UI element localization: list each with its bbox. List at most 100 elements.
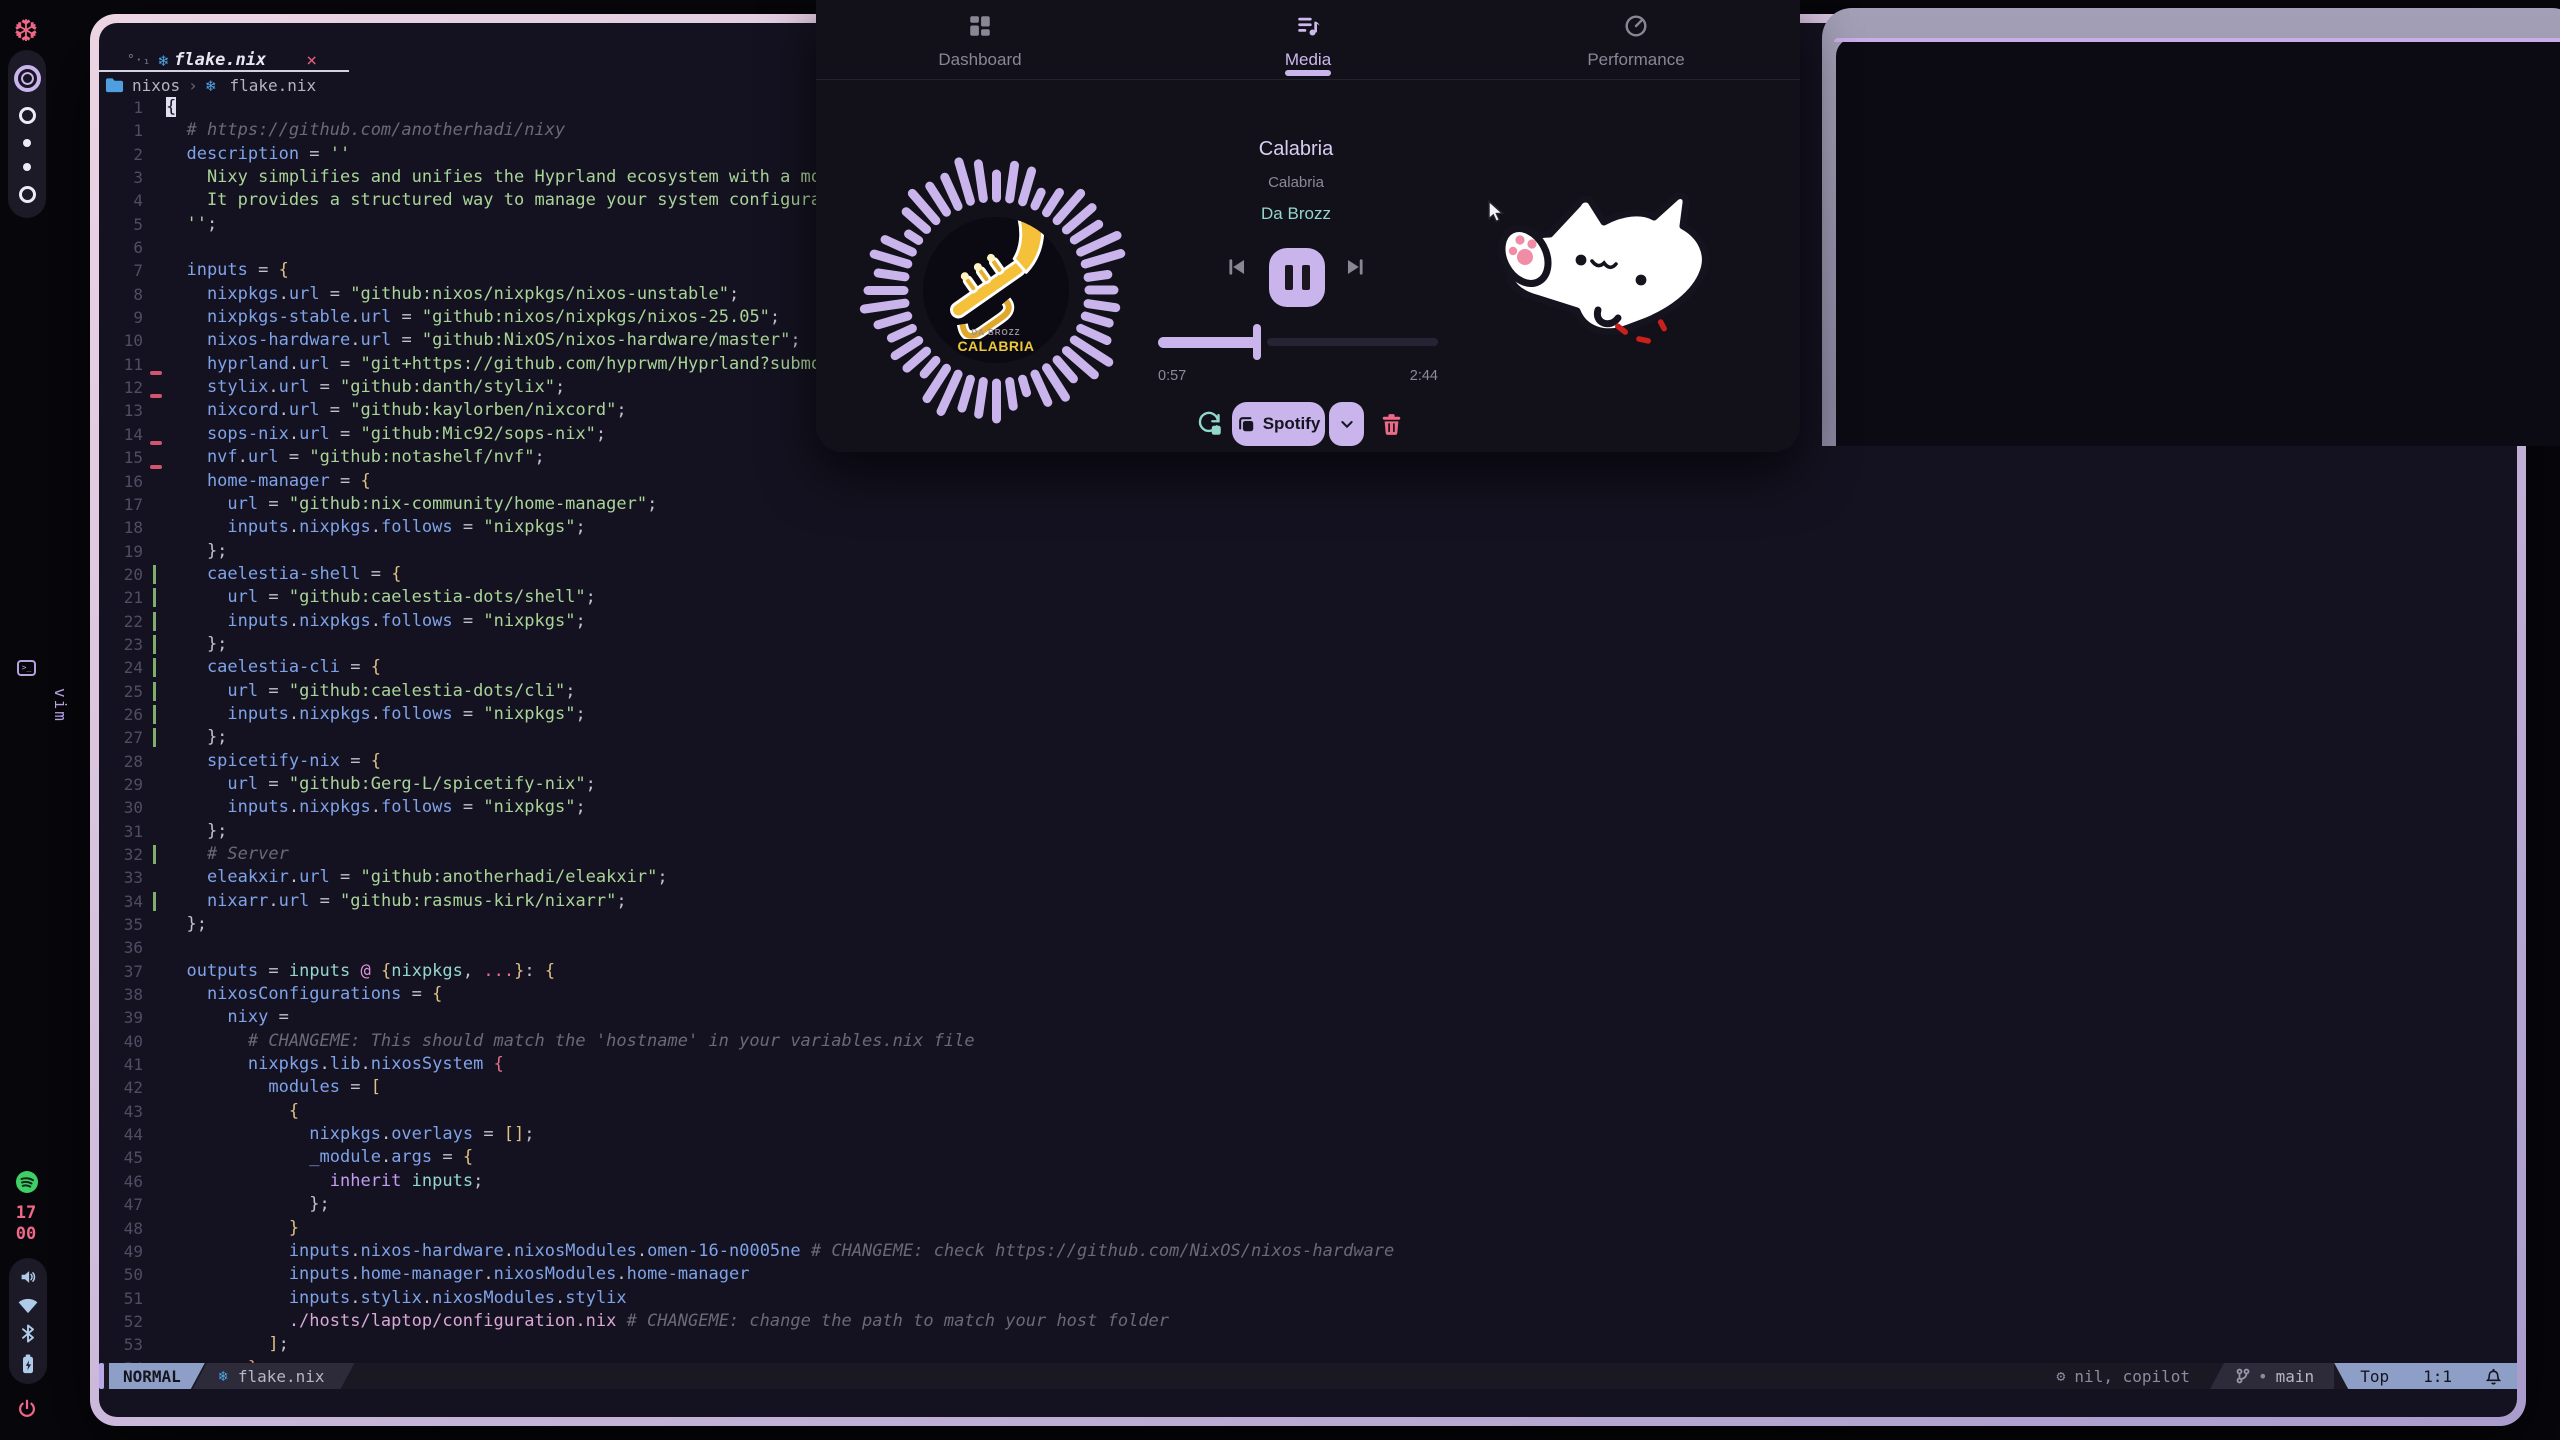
breadcrumb-file[interactable]: flake.nix <box>229 76 316 95</box>
album-art[interactable]: DA BROZZ CALABRIA <box>923 217 1069 363</box>
code-line[interactable]: 33 eleakxir.url = "github:anotherhadi/el… <box>99 866 2517 889</box>
code-line[interactable]: 17 url = "github:nix-community/home-mana… <box>99 493 2517 516</box>
volume-icon[interactable] <box>18 1268 38 1286</box>
progress-bar-filled[interactable] <box>1158 337 1258 348</box>
line-number: 27 <box>99 726 143 749</box>
code-line[interactable]: 18 inputs.nixpkgs.follows = "nixpkgs"; <box>99 516 2517 539</box>
code-line[interactable]: 32 # Server <box>99 843 2517 866</box>
code-line[interactable]: 22 inputs.nixpkgs.follows = "nixpkgs"; <box>99 610 2517 633</box>
power-icon[interactable] <box>16 1398 38 1420</box>
player-dropdown-button[interactable] <box>1329 402 1364 446</box>
player-select-icon[interactable] <box>1196 410 1223 442</box>
code-line[interactable]: 38 nixosConfigurations = { <box>99 983 2517 1006</box>
bluetooth-icon[interactable] <box>22 1324 34 1343</box>
gutter-sign <box>143 773 166 796</box>
workspace-5[interactable] <box>19 186 36 203</box>
workspace-3[interactable] <box>23 139 31 147</box>
gutter-sign <box>143 633 166 656</box>
code-line[interactable]: 45 _module.args = { <box>99 1146 2517 1169</box>
battery-icon[interactable] <box>21 1354 35 1374</box>
next-track-button[interactable] <box>1342 254 1368 285</box>
line-number: 14 <box>99 423 143 446</box>
code-line[interactable]: 28 spicetify-nix = { <box>99 750 2517 773</box>
line-number: 31 <box>99 820 143 843</box>
panel-tab-performance[interactable]: Performance <box>1472 0 1800 79</box>
breadcrumb-folder[interactable]: nixos <box>132 76 180 95</box>
code-line[interactable]: 53 ]; <box>99 1333 2517 1356</box>
previous-track-button[interactable] <box>1224 254 1250 285</box>
code-line[interactable]: 44 nixpkgs.overlays = []; <box>99 1123 2517 1146</box>
code-line[interactable]: 26 inputs.nixpkgs.follows = "nixpkgs"; <box>99 703 2517 726</box>
code-line[interactable]: 20 caelestia-shell = { <box>99 563 2517 586</box>
panel-tab-media[interactable]: Media <box>1144 0 1472 79</box>
line-number: 39 <box>99 1006 143 1029</box>
tabline: °·₁ ❄ flake.nix × <box>99 48 317 72</box>
nix-logo-icon[interactable]: ❆ <box>0 14 52 49</box>
code-line[interactable]: 36 <box>99 936 2517 959</box>
code-line[interactable]: 25 url = "github:caelestia-dots/cli"; <box>99 680 2517 703</box>
code-line[interactable]: 52 ./hosts/laptop/configuration.nix # CH… <box>99 1310 2517 1333</box>
code-line[interactable]: 24 caelestia-cli = { <box>99 656 2517 679</box>
line-content: eleakxir.url = "github:anotherhadi/eleak… <box>166 866 668 889</box>
progress-bar-track[interactable] <box>1267 338 1438 346</box>
code-line[interactable]: 41 nixpkgs.lib.nixosSystem { <box>99 1053 2517 1076</box>
line-content: nixcord.url = "github:kaylorben/nixcord"… <box>166 399 627 422</box>
line-content: spicetify-nix = { <box>166 750 381 773</box>
track-artist: Da Brozz <box>1146 204 1446 224</box>
gutter-sign <box>143 119 166 142</box>
line-content: inputs.nixpkgs.follows = "nixpkgs"; <box>166 516 586 539</box>
code-line[interactable]: 51 inputs.stylix.nixosModules.stylix <box>99 1287 2517 1310</box>
code-line[interactable]: 35 }; <box>99 913 2517 936</box>
code-line[interactable]: 21 url = "github:caelestia-dots/shell"; <box>99 586 2517 609</box>
gutter-sign <box>143 166 166 189</box>
code-line[interactable]: 16 home-manager = { <box>99 470 2517 493</box>
git-branch-segment[interactable]: • main <box>2210 1363 2334 1389</box>
track-album: Calabria <box>1146 174 1446 191</box>
line-content: ]; <box>166 1333 289 1356</box>
remove-player-button[interactable] <box>1379 412 1404 442</box>
workspace-1-active[interactable] <box>14 65 41 92</box>
spotify-icon[interactable] <box>16 1171 38 1193</box>
code-line[interactable]: 29 url = "github:Gerg-L/spicetify-nix"; <box>99 773 2517 796</box>
scroll-position: Top <box>2360 1367 2389 1386</box>
gutter-sign <box>143 820 166 843</box>
gutter-sign <box>143 796 166 819</box>
wifi-icon[interactable] <box>17 1297 39 1314</box>
progress-handle[interactable] <box>1253 324 1261 360</box>
workspace-2[interactable] <box>19 107 36 124</box>
code-line[interactable]: 31 }; <box>99 820 2517 843</box>
pause-button[interactable] <box>1269 248 1325 307</box>
statusline-file-segment: ❄ flake.nix <box>193 1363 355 1389</box>
gutter-sign <box>143 1006 166 1029</box>
code-line[interactable]: 50 inputs.home-manager.nixosModules.home… <box>99 1263 2517 1286</box>
code-line[interactable]: 43 { <box>99 1100 2517 1123</box>
code-line[interactable]: 39 nixy = <box>99 1006 2517 1029</box>
code-line[interactable]: 40 # CHANGEME: This should match the 'ho… <box>99 1030 2517 1053</box>
library-icon <box>1237 415 1256 434</box>
panel-tab-dashboard[interactable]: Dashboard <box>816 0 1144 79</box>
code-line[interactable]: 46 inherit inputs; <box>99 1170 2517 1193</box>
gutter-sign <box>143 540 166 563</box>
code-line[interactable]: 34 nixarr.url = "github:rasmus-kirk/nixa… <box>99 890 2517 913</box>
line-content: nixos-hardware.url = "github:NixOS/nixos… <box>166 329 801 352</box>
code-line[interactable]: 48 } <box>99 1217 2517 1240</box>
workspace-4[interactable] <box>23 163 31 171</box>
line-content: inputs.nixpkgs.follows = "nixpkgs"; <box>166 796 586 819</box>
line-number: 11 <box>99 353 143 376</box>
code-line[interactable]: 47 }; <box>99 1193 2517 1216</box>
tab-title[interactable]: flake.nix <box>174 50 266 70</box>
code-line[interactable]: 30 inputs.nixpkgs.follows = "nixpkgs"; <box>99 796 2517 819</box>
code-line[interactable]: 19 }; <box>99 540 2517 563</box>
gutter-sign <box>143 563 166 586</box>
line-content: ./hosts/laptop/configuration.nix # CHANG… <box>166 1310 1169 1333</box>
statusline-accent-bar <box>99 1363 104 1389</box>
code-line[interactable]: 49 inputs.nixos-hardware.nixosModules.om… <box>99 1240 2517 1263</box>
code-line[interactable]: 27 }; <box>99 726 2517 749</box>
spotify-source-button[interactable]: Spotify <box>1232 402 1325 446</box>
tab-close-icon[interactable]: × <box>306 50 317 71</box>
code-line[interactable]: 42 modules = [ <box>99 1076 2517 1099</box>
code-line[interactable]: 23 }; <box>99 633 2517 656</box>
code-line[interactable]: 37 outputs = inputs @ {nixpkgs, ...}: { <box>99 960 2517 983</box>
workspace-indicator[interactable] <box>8 50 46 218</box>
git-added-sign <box>153 612 156 631</box>
